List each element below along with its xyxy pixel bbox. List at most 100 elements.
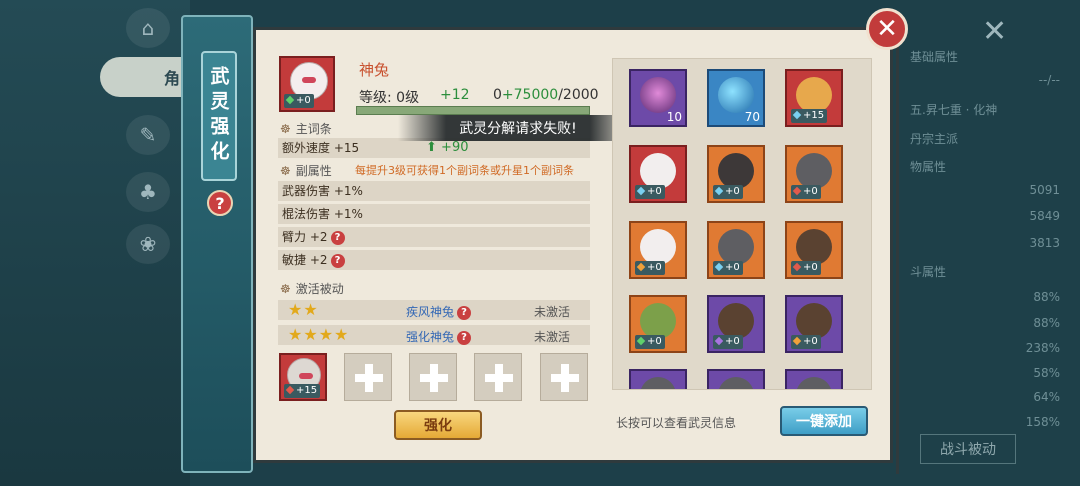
longpress-hint: 长按可以查看武灵信息	[616, 416, 737, 430]
side-tab-title[interactable]: 武灵强化	[201, 51, 237, 181]
pet-portrait[interactable]: +0	[279, 56, 335, 112]
help-icon[interactable]: ?	[330, 230, 345, 245]
inventory-pet-card[interactable]	[785, 369, 843, 389]
character-tab-label: 角	[163, 69, 180, 88]
help-icon[interactable]: ?	[330, 253, 345, 268]
help-icon[interactable]: ?	[457, 330, 472, 345]
passive-status: 未激活	[534, 305, 571, 319]
background-stat-row: 5849	[890, 206, 1070, 228]
background-stat-row: 3813	[890, 233, 1070, 255]
main-entry-title-text: 主词条	[295, 122, 332, 136]
wolf-icon	[796, 153, 832, 189]
sub-attr-row: 臂力 +2?	[278, 227, 590, 247]
passive-title: ☸ 激活被动	[280, 280, 344, 297]
background-stat-value: 158%	[1025, 415, 1060, 429]
boar-icon	[718, 153, 754, 189]
plus-badge: +0	[635, 185, 665, 199]
background-stat-row: 64%	[890, 387, 1070, 409]
main-entry-title: ☸ 主词条	[280, 120, 332, 137]
sub-attr-row: 敏捷 +2?	[278, 250, 590, 270]
inventory-pet-card[interactable]: +0	[785, 145, 843, 203]
material-slot-empty[interactable]	[540, 353, 588, 401]
background-stat-row: 88%	[890, 287, 1070, 309]
one-click-add-button[interactable]: 一键添加	[780, 406, 868, 436]
inventory-pet-card[interactable]: +0	[707, 145, 765, 203]
background-stat-value: 3813	[1029, 236, 1060, 250]
main-entry-up-value: +90	[441, 140, 469, 155]
inventory-pet-card[interactable]	[629, 369, 687, 389]
inventory-pet-card[interactable]	[707, 369, 765, 389]
background-stat-row: 5091	[890, 180, 1070, 202]
inventory-grid: 10 70 +15 +0 +0 +0 +0 +0 +0 +0 +0 +0	[612, 58, 872, 390]
wolf-icon	[718, 377, 754, 389]
exp-text: 0+75000/2000	[493, 87, 599, 103]
stack-count: 70	[744, 110, 760, 124]
passive-name-text: 疾风神兔	[406, 305, 455, 319]
enhance-button[interactable]: 强化	[394, 410, 482, 440]
pet-plus-badge: +0	[284, 94, 314, 108]
sub-attr-row: 武器伤害 +1%	[278, 181, 590, 201]
background-stat-row: 斗属性	[890, 260, 1070, 282]
sub-attr-hint: 每提升3级可获得1个副词条或升星1个副词条	[355, 164, 574, 177]
material-plus-badge: +15	[284, 384, 321, 398]
star-rating: ★★	[288, 300, 319, 319]
brush-icon: ✎	[126, 115, 170, 155]
bear-icon	[796, 229, 832, 265]
plus-badge: +0	[791, 261, 821, 275]
material-slot-empty[interactable]	[344, 353, 392, 401]
bear-icon	[796, 303, 832, 339]
inventory-pet-card[interactable]: 70	[707, 69, 765, 127]
material-slot-filled[interactable]: +15	[279, 353, 327, 401]
plus-badge: +15	[791, 109, 828, 123]
inventory-pet-card[interactable]: +0	[707, 295, 765, 353]
background-stat-row: 物属性	[890, 155, 1070, 177]
battle-passive-button: 战斗被动	[920, 434, 1016, 464]
bear-icon	[718, 303, 754, 339]
inventory-pet-card[interactable]: +0	[629, 295, 687, 353]
passive-status: 未激活	[534, 330, 571, 344]
beast-icon: ❀	[126, 224, 170, 264]
main-entry-up: ⬆ +90	[426, 140, 468, 155]
exp-base: 0	[493, 87, 502, 103]
pet-name: 神兔	[359, 61, 390, 79]
sub-attr-label: 臂力 +2	[282, 230, 328, 244]
help-icon[interactable]: ?	[207, 190, 233, 216]
background-stat-row: 58%	[890, 363, 1070, 385]
background-stat-key: 五.昇七重 · 化神	[910, 103, 998, 117]
turtle-icon	[640, 303, 676, 339]
plus-badge: +0	[713, 261, 743, 275]
exp-bar	[356, 106, 590, 115]
passive-name: 强化神兔?	[406, 328, 472, 345]
dragon-icon	[796, 77, 832, 113]
inventory-pet-card[interactable]: 10	[629, 69, 687, 127]
sub-attr-title-text: 副属性	[295, 164, 332, 178]
plus-badge: +0	[713, 335, 743, 349]
inventory-pet-card[interactable]: +15	[785, 69, 843, 127]
inventory-pet-card[interactable]: +0	[629, 221, 687, 279]
toast-message: 武灵分解请求失败!	[398, 115, 638, 141]
background-close-icon: ✕	[982, 14, 1008, 49]
exp-max: /2000	[558, 87, 599, 103]
background-stat-key: 斗属性	[910, 265, 947, 279]
inventory-pet-card[interactable]: +0	[629, 145, 687, 203]
inventory-pet-card[interactable]: +0	[707, 221, 765, 279]
stack-count: 10	[666, 110, 682, 124]
sub-attr-title: ☸ 副属性	[280, 162, 332, 179]
background-stat-row: 238%	[890, 338, 1070, 360]
background-stat-row: 158%	[890, 412, 1070, 434]
background-stat-value: 88%	[1033, 316, 1060, 330]
background-stat-value: 5091	[1029, 183, 1060, 197]
background-stat-value: 238%	[1025, 341, 1060, 355]
wolf-icon	[796, 377, 832, 389]
background-stat-value: 58%	[1033, 366, 1060, 380]
passive-name: 疾风神兔?	[406, 303, 472, 320]
inventory-pet-card[interactable]: +0	[785, 295, 843, 353]
side-tab-panel: 武灵强化 ?	[181, 15, 253, 473]
material-slot-empty[interactable]	[409, 353, 457, 401]
material-slot-empty[interactable]	[474, 353, 522, 401]
background-stat-key: 基础属性	[910, 50, 959, 64]
inventory-pet-card[interactable]: +0	[785, 221, 843, 279]
close-button[interactable]: ✕	[866, 8, 908, 50]
star-rating: ★★★★	[288, 325, 350, 344]
help-icon[interactable]: ?	[457, 305, 472, 320]
